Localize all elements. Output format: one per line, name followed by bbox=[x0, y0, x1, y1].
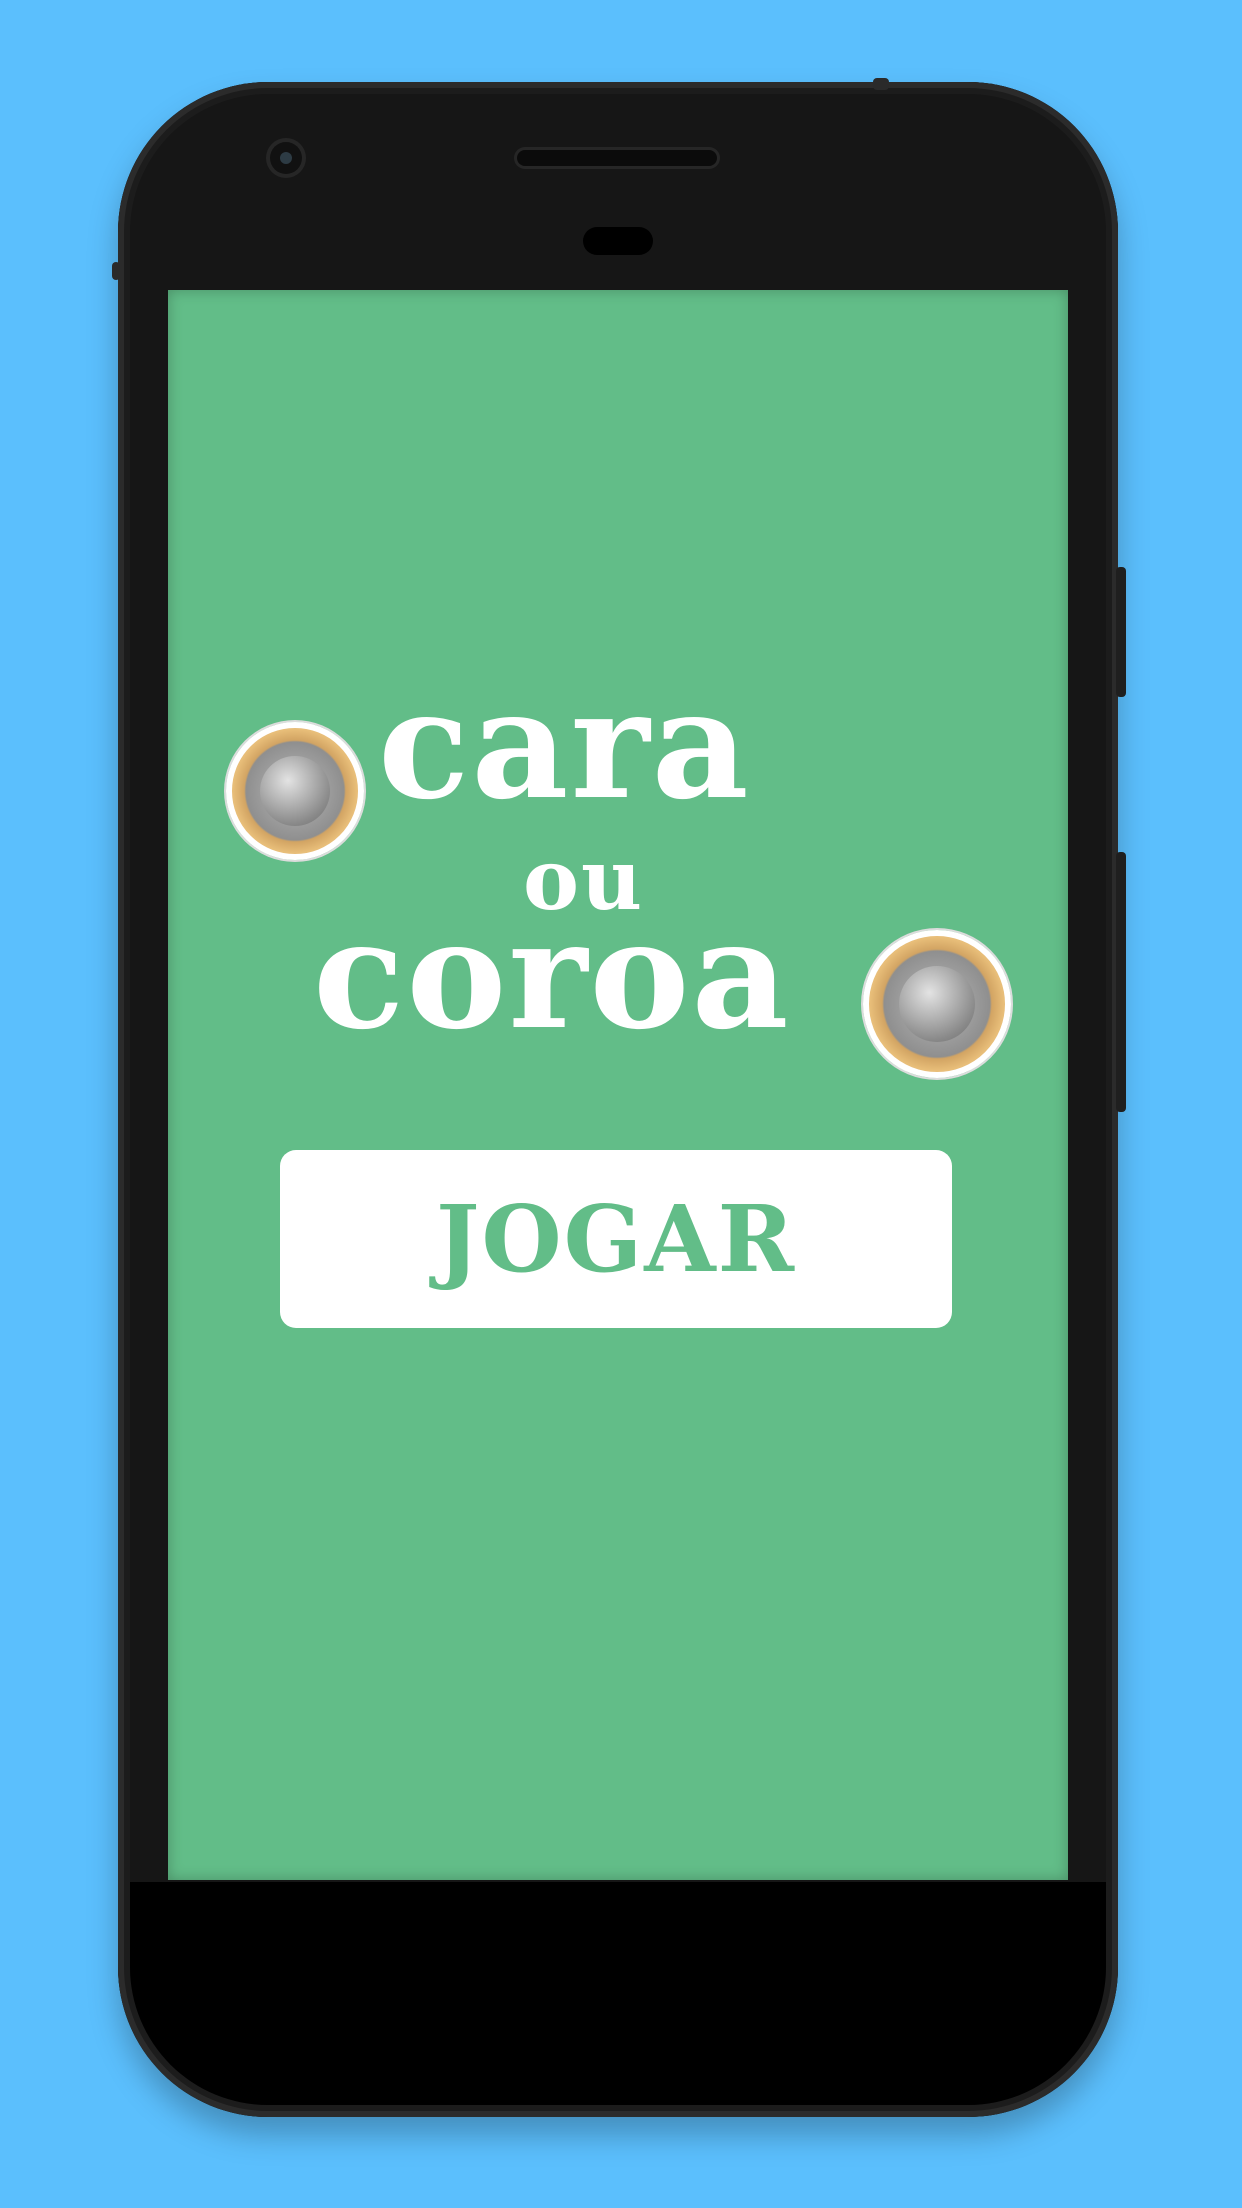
coin-heads-face bbox=[259, 755, 331, 827]
volume-button bbox=[1116, 852, 1126, 1112]
power-button bbox=[1116, 567, 1126, 697]
play-button[interactable]: JOGAR bbox=[280, 1150, 952, 1328]
title-word-cara: cara bbox=[378, 657, 751, 833]
title-word-coroa: coroa bbox=[313, 887, 791, 1063]
page-background: cara ou coroa JOGAR bbox=[0, 0, 1242, 2208]
proximity-sensor bbox=[583, 227, 653, 255]
coin-tails-icon bbox=[863, 930, 1011, 1078]
app-screen: cara ou coroa JOGAR bbox=[168, 290, 1068, 1880]
play-button-label: JOGAR bbox=[435, 1185, 797, 1293]
earpiece-speaker bbox=[517, 150, 717, 166]
phone-chin bbox=[130, 1882, 1106, 2105]
coin-tails-face bbox=[898, 965, 976, 1043]
phone-top-notch bbox=[873, 78, 889, 90]
front-camera-icon bbox=[270, 142, 302, 174]
phone-side-notch bbox=[112, 262, 120, 280]
coin-heads-icon bbox=[226, 722, 364, 860]
